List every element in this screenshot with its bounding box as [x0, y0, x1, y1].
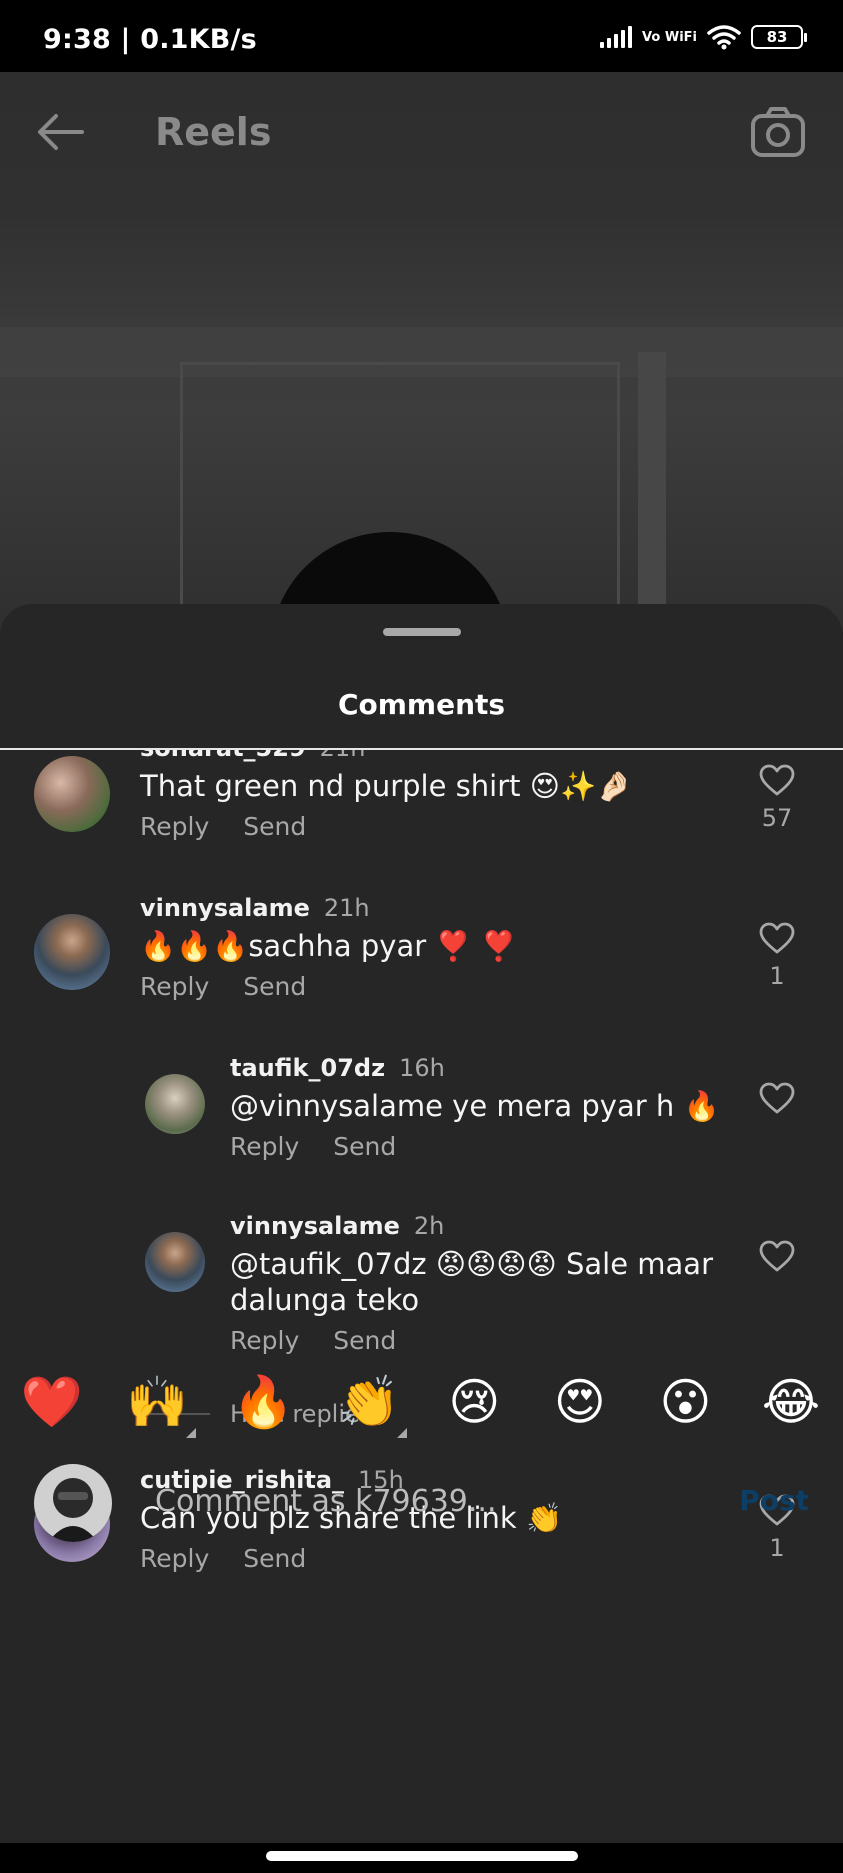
- emoji-raised-hands: 🙌: [126, 1373, 189, 1431]
- drag-handle[interactable]: [383, 628, 461, 636]
- like-count: 1: [769, 962, 785, 990]
- wifi-icon: [707, 25, 741, 50]
- comment-text: @vinnysalame ye mera pyar h 🔥: [230, 1089, 720, 1123]
- comment-time: 2h: [413, 1212, 445, 1240]
- avatar[interactable]: [145, 1232, 205, 1292]
- status-bar: 9:38 | 0.1KB/s Vo WiFi 83: [0, 0, 843, 72]
- comment-actions: Reply Send: [140, 972, 660, 1001]
- reply-button[interactable]: Reply: [230, 1132, 299, 1161]
- emoji-quick-bar: ❤️ 🙌 🔥 👏 😢 😍 😮 😂: [0, 1370, 843, 1450]
- reply-button[interactable]: Reply: [230, 1326, 299, 1355]
- like-control[interactable]: 1: [757, 922, 797, 990]
- status-time: 9:38 | 0.1KB/s: [43, 24, 257, 55]
- comment-text: That green nd purple shirt 😍✨🤌🏻: [140, 769, 633, 803]
- vowifi-label: Vo WiFi: [642, 29, 697, 45]
- comment-body: taufik_07dz 16h @vinnysalame ye mera pyar…: [230, 1054, 750, 1161]
- comment-actions: Reply Send: [230, 1132, 750, 1161]
- send-button[interactable]: Send: [243, 812, 306, 841]
- comment-input[interactable]: [155, 1476, 715, 1526]
- reply-button[interactable]: Reply: [140, 1544, 209, 1573]
- comments-title: Comments: [337, 688, 506, 721]
- comment-username[interactable]: taufik_07dz: [230, 1054, 385, 1082]
- camera-icon[interactable]: [750, 106, 806, 158]
- skin-tone-indicator-icon: [185, 1428, 196, 1438]
- emoji-laughing-button[interactable]: 😂: [759, 1370, 823, 1434]
- page-title: Reels: [155, 110, 272, 154]
- like-control[interactable]: 57: [757, 764, 797, 832]
- post-button[interactable]: Post: [739, 1484, 809, 1517]
- send-button[interactable]: Send: [333, 1326, 396, 1355]
- reply-button[interactable]: Reply: [140, 812, 209, 841]
- avatar[interactable]: [34, 756, 110, 832]
- comment-text: @taufik_07dz 😡😡😡😡 Sale maar dalunga teko: [230, 1247, 713, 1317]
- skin-tone-indicator-icon: [396, 1428, 407, 1438]
- emoji-fire-button[interactable]: 🔥: [231, 1370, 295, 1434]
- reply-button[interactable]: Reply: [140, 972, 209, 1001]
- heart-icon[interactable]: [759, 764, 795, 796]
- reel-video-background: [0, 72, 843, 632]
- comments-sheet: Comments sonarat_529 21h That green nd pu…: [0, 604, 843, 1873]
- heart-icon[interactable]: [759, 1240, 795, 1272]
- user-avatar-image: [34, 1464, 112, 1542]
- emoji-crying-button[interactable]: 😢: [442, 1370, 506, 1434]
- heart-icon[interactable]: [759, 1082, 795, 1114]
- comment-compose-bar: Post: [0, 1456, 843, 1546]
- like-control[interactable]: [757, 1082, 797, 1118]
- emoji-heart-eyes-button[interactable]: 😍: [548, 1370, 612, 1434]
- comment-username[interactable]: vinnysalame: [140, 894, 310, 922]
- current-user-avatar[interactable]: [34, 1464, 112, 1542]
- comment-header: vinnysalame 21h: [140, 894, 660, 922]
- emoji-clap-button[interactable]: 👏: [337, 1370, 407, 1438]
- heart-icon[interactable]: [759, 922, 795, 954]
- comment-actions: Reply Send: [230, 1326, 750, 1355]
- comment-header: taufik_07dz 16h: [230, 1054, 750, 1082]
- emoji-surprised-button[interactable]: 😮: [653, 1370, 717, 1434]
- emoji-raised-hands-button[interactable]: 🙌: [126, 1370, 196, 1438]
- arrow-left-icon[interactable]: [34, 110, 84, 154]
- comment-time: 21h: [320, 750, 366, 762]
- status-icons: Vo WiFi 83: [600, 24, 807, 50]
- comment-time: 16h: [399, 1054, 445, 1082]
- like-control[interactable]: [757, 1240, 797, 1276]
- comment-header: sonarat_529 21h: [140, 750, 660, 762]
- home-indicator[interactable]: [266, 1851, 578, 1861]
- comment-username[interactable]: sonarat_529: [140, 750, 306, 762]
- send-button[interactable]: Send: [243, 1544, 306, 1573]
- comment-header: vinnysalame 2h: [230, 1212, 750, 1240]
- emoji-clap: 👏: [337, 1373, 400, 1431]
- battery-icon: 83: [751, 25, 807, 49]
- comment-actions: Reply Send: [140, 812, 660, 841]
- comment-text: 🔥🔥🔥sachha pyar ❣️ ❣️: [140, 929, 517, 963]
- comment-body: vinnysalame 2h @taufik_07dz 😡😡😡😡 Sale maa…: [230, 1212, 750, 1355]
- comment-time: 21h: [323, 894, 370, 922]
- send-button[interactable]: Send: [333, 1132, 396, 1161]
- comment-body: sonarat_529 21h That green nd purple shir…: [140, 750, 660, 841]
- emoji-heart-button[interactable]: ❤️: [20, 1370, 84, 1434]
- comment-username[interactable]: vinnysalame: [230, 1212, 400, 1240]
- comment-actions: Reply Send: [140, 1544, 660, 1573]
- signal-icon: [600, 26, 633, 48]
- avatar[interactable]: [145, 1074, 205, 1134]
- video-scene-pillar: [638, 352, 666, 632]
- avatar[interactable]: [34, 914, 110, 990]
- comment-body: vinnysalame 21h 🔥🔥🔥sachha pyar ❣️ ❣️ Repl…: [140, 894, 660, 1001]
- like-count: 57: [761, 804, 793, 832]
- send-button[interactable]: Send: [243, 972, 306, 1001]
